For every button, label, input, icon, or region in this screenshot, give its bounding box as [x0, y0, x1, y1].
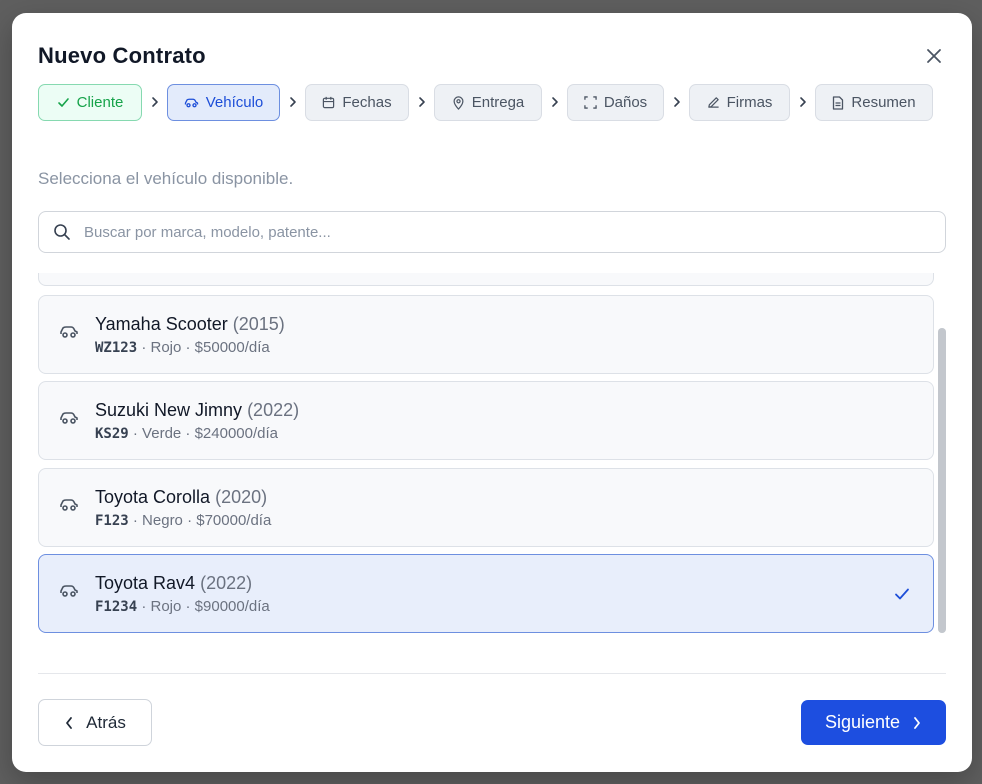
calendar-icon	[323, 96, 335, 109]
chevron-right-icon	[290, 97, 296, 107]
chevron-right-icon	[674, 97, 680, 107]
next-label: Siguiente	[824, 712, 901, 732]
vehicle-name: Toyota Corolla (2020)	[95, 487, 267, 508]
close-icon	[927, 49, 941, 63]
footer-divider	[38, 673, 946, 674]
car-icon	[60, 499, 78, 511]
chevron-right-icon	[800, 97, 806, 107]
chevron-left-icon	[66, 716, 73, 729]
vehicle-details: · Negro · $70000/día	[128, 512, 272, 529]
step-firmas[interactable]: Firmas	[689, 84, 790, 121]
car-icon	[60, 412, 78, 424]
vehicle-name: Toyota Rav4 (2022)	[95, 573, 252, 594]
step-label: Cliente	[76, 94, 124, 111]
step-vehiculo[interactable]: Vehículo	[167, 84, 280, 121]
search-input[interactable]	[84, 212, 924, 252]
vehicle-list: Yamaha Scooter (2015) WZ123 · Rojo · $50…	[38, 273, 950, 643]
vehicle-meta: KS29 · Verde · $240000/día	[95, 425, 278, 442]
step-danos[interactable]: Daños	[567, 84, 664, 121]
step-entrega[interactable]: Entrega	[434, 84, 542, 121]
vehicle-details: · Rojo · $50000/día	[137, 339, 270, 356]
step-label: Firmas	[726, 94, 773, 111]
instruction-text: Selecciona el vehículo disponible.	[38, 169, 294, 188]
list-item[interactable]	[38, 273, 934, 286]
car-icon	[60, 326, 78, 338]
step-label: Resumen	[851, 94, 916, 111]
new-contract-dialog: Nuevo Contrato Cliente Vehículo Fechas E…	[12, 13, 972, 772]
vehicle-model: Suzuki New Jimny	[95, 400, 243, 420]
close-button[interactable]	[923, 45, 945, 67]
step-label: Fechas	[342, 94, 392, 111]
pen-icon	[707, 97, 719, 108]
vehicle-name: Suzuki New Jimny (2022)	[95, 400, 299, 421]
vehicle-card[interactable]: Toyota Corolla (2020) F123 · Negro · $70…	[38, 468, 934, 547]
search-box	[38, 211, 946, 253]
step-resumen[interactable]: Resumen	[815, 84, 933, 121]
vehicle-plate: F1234	[95, 599, 138, 615]
vehicle-name: Yamaha Scooter (2015)	[95, 314, 285, 335]
vehicle-plate: F123	[95, 513, 129, 529]
next-button[interactable]: Siguiente	[801, 700, 946, 745]
search-icon	[54, 224, 70, 240]
vehicle-plate: WZ123	[95, 340, 138, 356]
vehicle-card-selected[interactable]: Toyota Rav4 (2022) F1234 · Rojo · $90000…	[38, 554, 934, 633]
dialog-title: Nuevo Contrato	[38, 43, 206, 68]
map-pin-icon	[453, 95, 464, 110]
scrollbar[interactable]	[938, 328, 946, 633]
vehicle-meta: WZ123 · Rojo · $50000/día	[95, 339, 270, 356]
check-icon	[895, 588, 909, 600]
file-icon	[833, 95, 844, 110]
scrollbar-thumb[interactable]	[938, 328, 946, 633]
scan-icon	[584, 96, 597, 109]
vehicle-model: Toyota Corolla	[95, 487, 211, 507]
step-label: Vehículo	[205, 94, 264, 111]
chevron-right-icon	[552, 97, 558, 107]
vehicle-year: (2022)	[247, 400, 300, 420]
step-label: Daños	[603, 94, 648, 111]
chevron-right-icon	[419, 97, 425, 107]
vehicle-year: (2022)	[200, 573, 253, 593]
vehicle-model: Yamaha Scooter	[95, 314, 228, 334]
chevron-right-icon	[152, 97, 158, 107]
vehicle-details: · Rojo · $90000/día	[137, 598, 270, 615]
vehicle-year: (2020)	[215, 487, 268, 507]
vehicle-details: · Verde · $240000/día	[128, 425, 278, 442]
step-fechas[interactable]: Fechas	[305, 84, 409, 121]
car-icon	[184, 98, 198, 107]
step-label: Entrega	[471, 94, 525, 111]
car-icon	[60, 585, 78, 597]
vehicle-year: (2015)	[232, 314, 285, 334]
vehicle-card[interactable]: Suzuki New Jimny (2022) KS29 · Verde · $…	[38, 381, 934, 460]
vehicle-meta: F123 · Negro · $70000/día	[95, 512, 271, 529]
check-icon	[57, 98, 69, 107]
chevron-right-icon	[914, 716, 920, 729]
vehicle-model: Toyota Rav4	[95, 573, 196, 593]
vehicle-meta: F1234 · Rojo · $90000/día	[95, 598, 270, 615]
step-cliente[interactable]: Cliente	[38, 84, 142, 121]
back-button[interactable]: Atrás	[38, 699, 152, 746]
vehicle-card[interactable]: Yamaha Scooter (2015) WZ123 · Rojo · $50…	[38, 295, 934, 374]
back-label: Atrás	[86, 712, 126, 732]
vehicle-plate: KS29	[95, 426, 129, 442]
